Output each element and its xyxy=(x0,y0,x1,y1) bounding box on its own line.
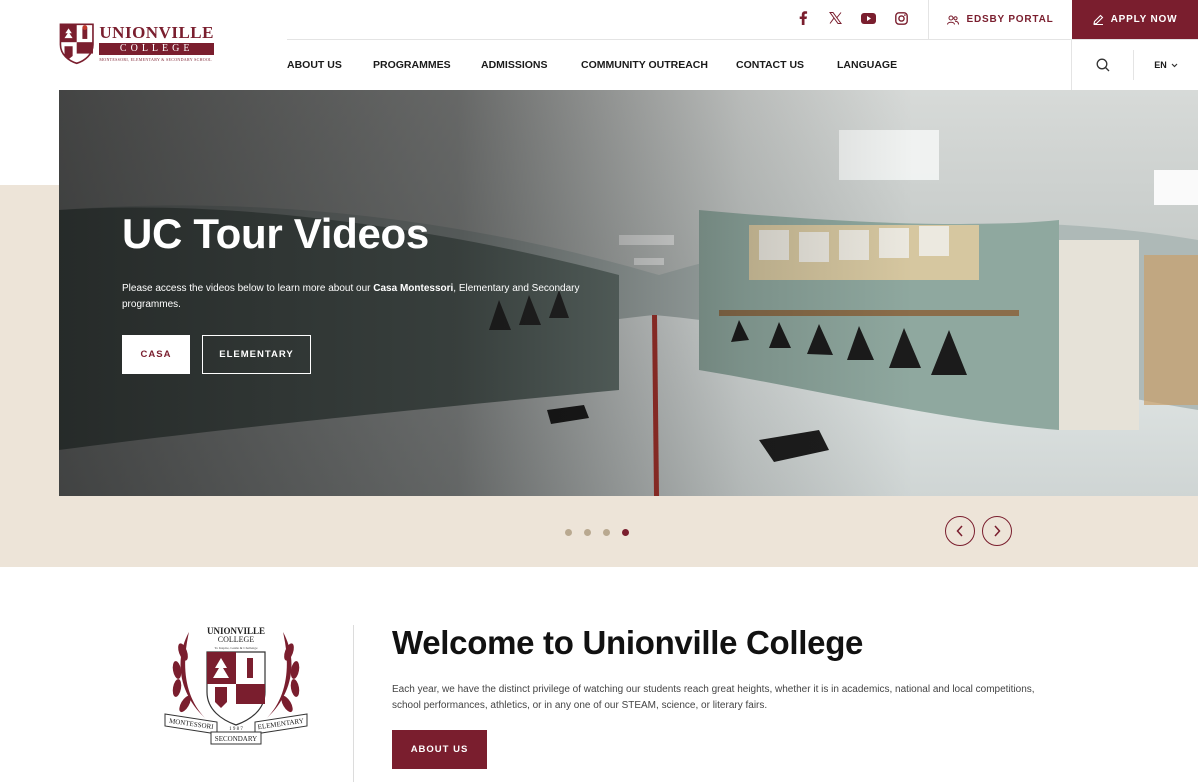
crest-top-line2: COLLEGE xyxy=(218,635,255,644)
apply-now-label: APPLY NOW xyxy=(1110,14,1178,25)
youtube-link[interactable] xyxy=(852,8,885,28)
crest-ribbon-bottom: SECONDARY xyxy=(215,735,257,743)
x-twitter-link[interactable] xyxy=(819,8,852,28)
language-selector[interactable]: EN xyxy=(1134,40,1198,90)
slider-next-button[interactable] xyxy=(982,516,1012,546)
crest-year: 1 9 8 7 xyxy=(229,727,243,732)
chevron-down-icon xyxy=(1171,63,1178,67)
nav-about-us[interactable]: ABOUT US xyxy=(287,56,373,74)
hero-title: UC Tour Videos xyxy=(122,210,429,257)
nav-programmes[interactable]: PROGRAMMES xyxy=(373,56,481,74)
logo-name-line2: COLLEGE xyxy=(99,43,214,55)
logo-shield-icon xyxy=(59,23,94,65)
chevron-right-icon xyxy=(994,525,1001,537)
site-logo[interactable]: UNIONVILLE COLLEGE MONTESSORI, ELEMENTAR… xyxy=(58,16,214,70)
hero-description: Please access the videos below to learn … xyxy=(122,281,612,313)
instagram-icon xyxy=(895,11,908,25)
elementary-button[interactable]: ELEMENTARY xyxy=(202,335,311,374)
slider-pagination xyxy=(565,529,629,536)
crest-motto: To Inspire, Guide & Challenge xyxy=(214,646,258,651)
language-value: EN xyxy=(1154,60,1167,70)
facebook-icon xyxy=(799,11,807,25)
social-links xyxy=(786,8,918,28)
main-nav: ABOUT US PROGRAMMES ADMISSIONS COMMUNITY… xyxy=(287,56,907,74)
header-divider xyxy=(287,39,1198,40)
nav-admissions[interactable]: ADMISSIONS xyxy=(481,56,581,74)
search-button[interactable] xyxy=(1072,40,1134,90)
youtube-icon xyxy=(861,12,876,24)
college-crest-emblem: UNIONVILLE COLLEGE To Inspire, Guide & C… xyxy=(164,626,308,745)
slider-dot-2[interactable] xyxy=(584,529,591,536)
users-icon xyxy=(947,15,960,25)
x-twitter-icon xyxy=(829,12,842,24)
hero-description-bold: Casa Montessori xyxy=(373,283,454,294)
apply-now-button[interactable]: APPLY NOW xyxy=(1072,0,1198,39)
search-icon xyxy=(1096,58,1110,72)
logo-name-line1: UNIONVILLE xyxy=(99,23,214,42)
about-us-button[interactable]: ABOUT US xyxy=(392,730,487,769)
nav-community-outreach[interactable]: COMMUNITY OUTREACH xyxy=(581,56,736,74)
logo-tagline: MONTESSORI, ELEMENTARY & SECONDARY SCHOO… xyxy=(99,57,212,62)
chevron-left-icon xyxy=(956,525,963,537)
slider-dot-4[interactable] xyxy=(622,529,629,536)
edsby-portal-label: EDSBY PORTAL xyxy=(966,14,1054,25)
welcome-title: Welcome to Unionville College xyxy=(392,624,864,661)
hero-slider: UC Tour Videos Please access the videos … xyxy=(59,90,1198,496)
hero-description-start: Please access the videos below to learn … xyxy=(122,283,374,294)
welcome-text: Each year, we have the distinct privileg… xyxy=(392,684,1035,711)
slider-dot-1[interactable] xyxy=(565,529,572,536)
edsby-portal-link[interactable]: EDSBY PORTAL xyxy=(929,0,1072,39)
facebook-link[interactable] xyxy=(786,8,819,28)
slider-prev-button[interactable] xyxy=(945,516,975,546)
nav-contact-us[interactable]: CONTACT US xyxy=(736,56,837,74)
instagram-link[interactable] xyxy=(885,8,918,28)
pencil-icon xyxy=(1092,14,1103,25)
casa-button[interactable]: CASA xyxy=(122,335,190,374)
welcome-divider xyxy=(353,625,354,782)
nav-language[interactable]: LANGUAGE xyxy=(837,56,907,74)
slider-dot-3[interactable] xyxy=(603,529,610,536)
